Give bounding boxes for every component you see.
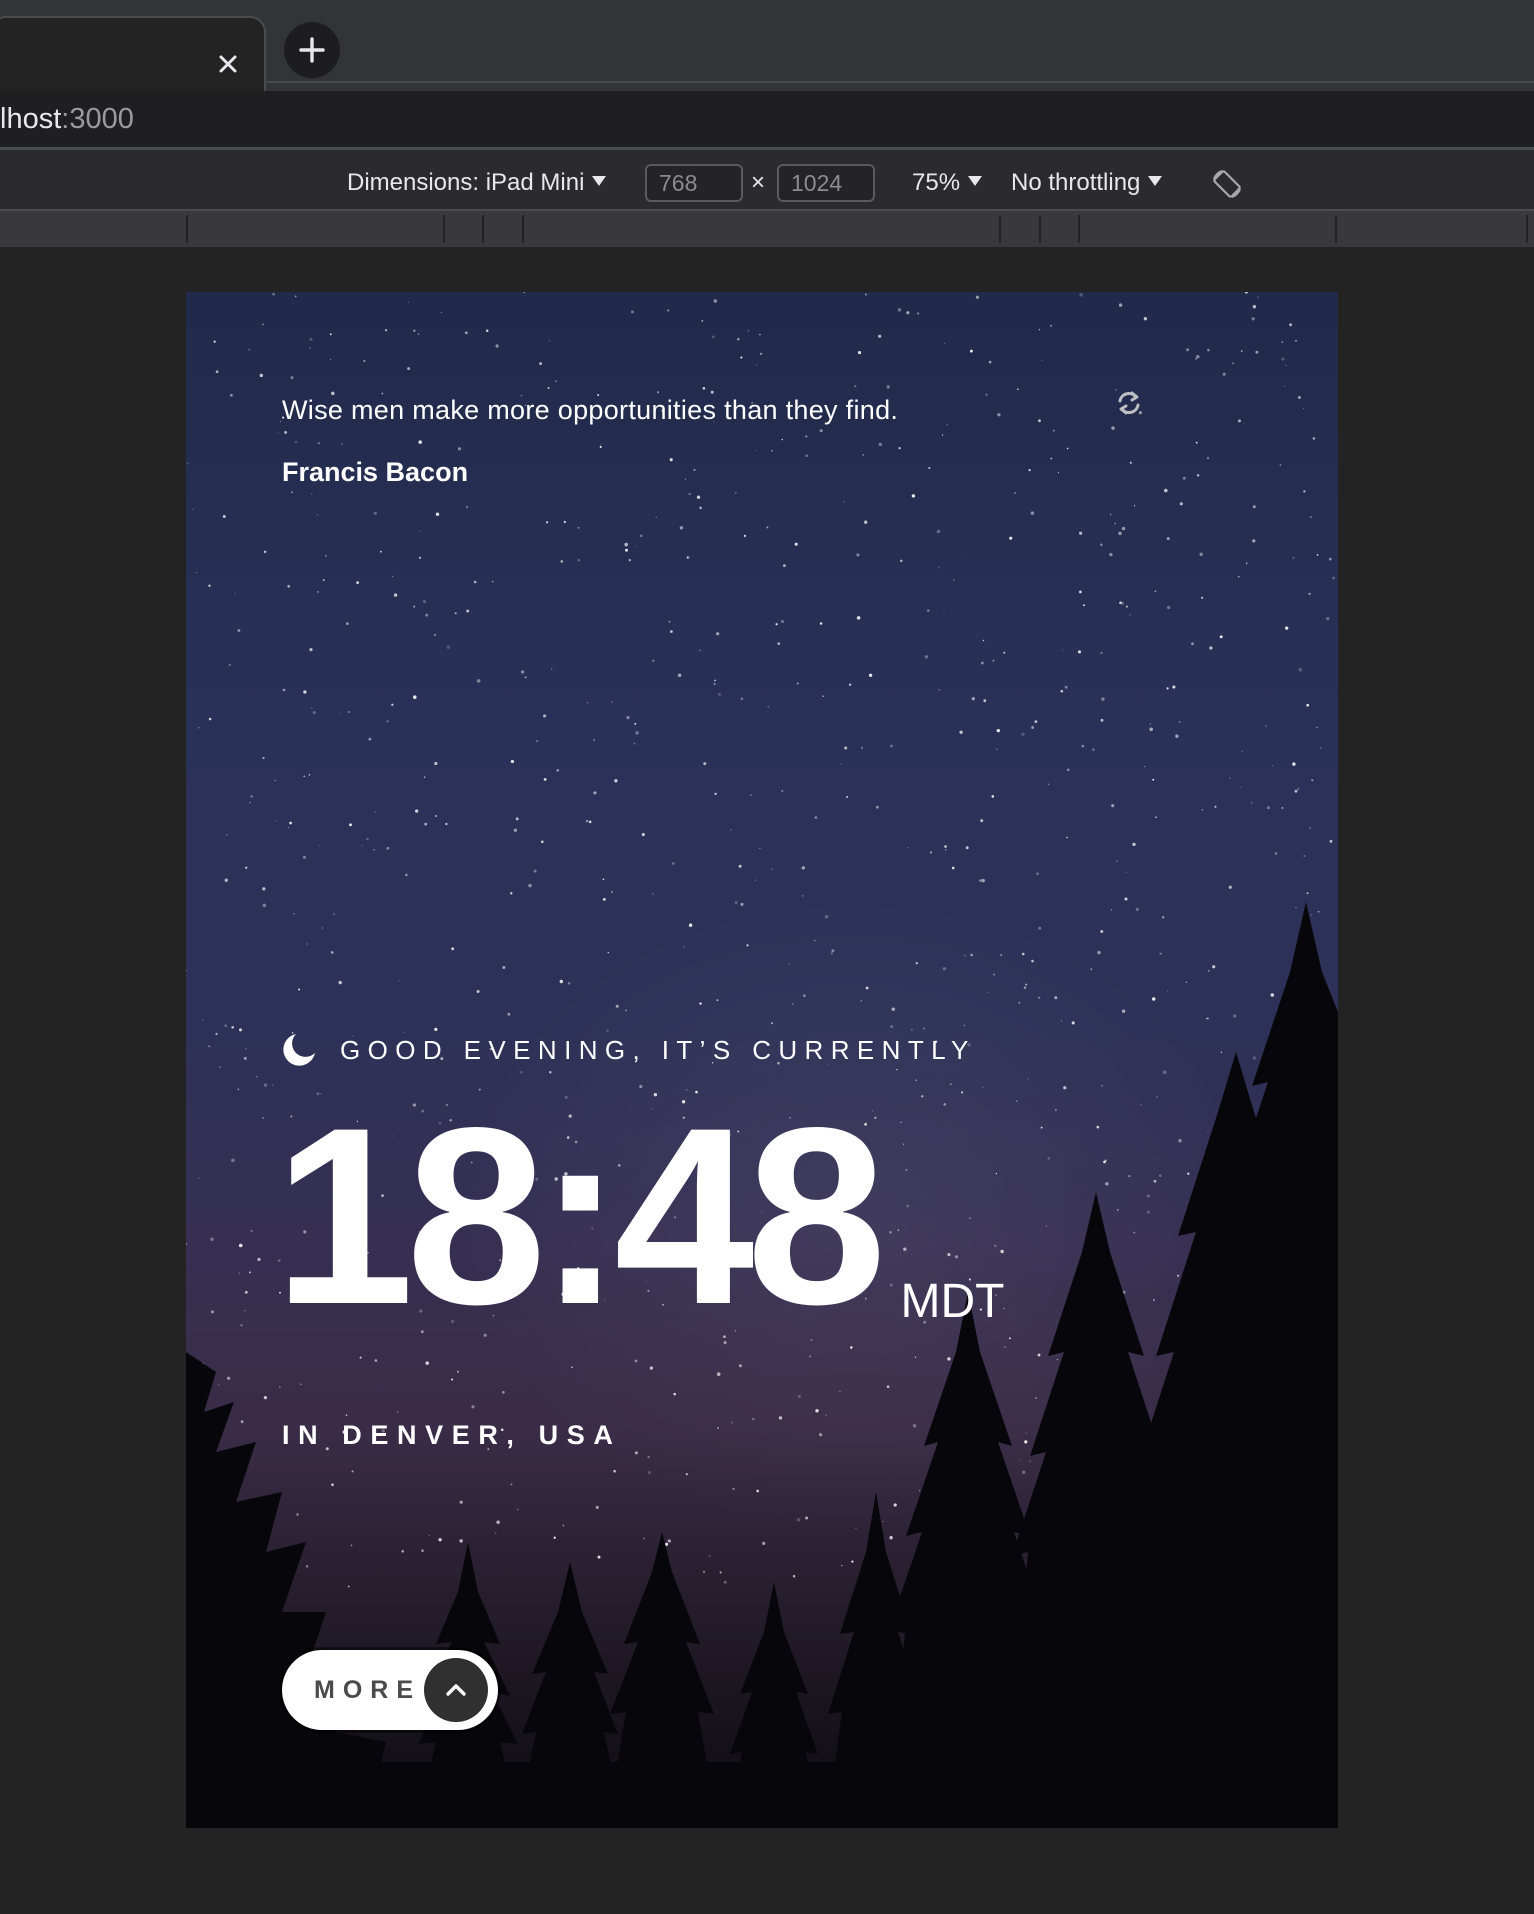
ruler-tick [1335,215,1337,243]
dimensions-label: Dimensions: iPad Mini [347,169,585,196]
chevron-down-icon [592,176,607,186]
ruler-tick [999,215,1001,243]
more-arrow [424,1658,488,1722]
timezone-abbreviation: MDT [900,1275,1005,1328]
address-port: :3000 [61,103,134,135]
moon-icon [283,1034,315,1066]
times-sign: × [751,169,766,196]
rotate-device-icon[interactable] [1210,167,1244,201]
dimensions-dropdown[interactable]: Dimensions: iPad Mini [347,169,607,197]
chevron-down-icon [1148,176,1163,186]
ruler-tick [482,215,484,243]
browser-tab-bar [0,0,1534,91]
media-query-ruler [0,211,1534,247]
time-value: 18:48 [274,1076,887,1357]
clock: 18:48 MDT [274,1076,1005,1357]
chevron-down-icon [968,176,983,186]
greeting-text: GOOD EVENING, IT’S CURRENTLY [340,1034,976,1065]
tab-bar-divider [266,81,1534,83]
address-url[interactable]: lhost:3000 [0,103,134,135]
device-toolbar: Dimensions: iPad Mini × 75% No throttlin… [0,147,1534,211]
ruler-tick [186,215,188,243]
zoom-label: 75% [912,169,961,196]
quote-author: Francis Bacon [282,457,469,487]
browser-tab[interactable] [0,16,266,91]
ruler-tick [1526,215,1528,243]
device-viewport: Wise men make more opportunities than th… [186,292,1338,1828]
refresh-icon [1118,391,1140,415]
zoom-dropdown[interactable]: 75% [912,169,983,197]
close-icon[interactable] [214,50,242,78]
quote-text: Wise men make more opportunities than th… [282,395,899,425]
throttling-label: No throttling [1011,169,1141,196]
location-text: IN DENVER, USA [282,1420,622,1450]
address-bar[interactable]: lhost:3000 [0,91,1534,147]
plus-icon [299,37,325,63]
greeting: GOOD EVENING, IT’S CURRENTLY [282,1030,976,1070]
ruler-tick [1039,215,1041,243]
address-host: lhost [0,103,62,135]
ruler-tick [522,215,524,243]
more-button[interactable]: MORE [282,1650,498,1730]
height-input[interactable] [777,164,875,202]
chevron-up-icon [446,1684,466,1696]
ruler-tick [443,215,445,243]
more-button-label: MORE [314,1676,421,1704]
throttling-dropdown[interactable]: No throttling [1011,169,1163,197]
ruler-tick [1078,215,1080,243]
refresh-quote-button[interactable] [1112,386,1146,420]
new-tab-button[interactable] [284,22,340,78]
width-input[interactable] [645,164,743,202]
